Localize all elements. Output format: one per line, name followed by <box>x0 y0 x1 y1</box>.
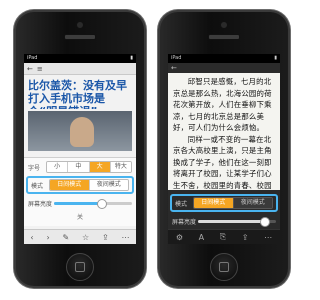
front-camera <box>76 21 84 29</box>
font-option-large[interactable]: 大 <box>89 162 111 172</box>
font-size-label: 字号 <box>28 164 41 172</box>
reading-text: 邱智只是感慨，七月的北京总是那么热，北海公园的荷花次第开放，人们在垂柳下乘凉，七… <box>168 73 280 195</box>
edit-icon[interactable]: ✎ <box>62 233 69 242</box>
back-icon[interactable]: ‹ <box>30 233 33 242</box>
reading-settings-panel: 模式 日间模式 夜间模式 屏幕亮度 <box>168 190 280 230</box>
screen-right: iPad ▮ ← 邱智只是感慨，七月的北京总是那么热，北海公园的荷花次第开放，人… <box>168 54 280 244</box>
brightness-slider[interactable] <box>54 198 132 209</box>
brightness-label: 屏幕亮度 <box>172 218 197 226</box>
font-size-icon[interactable]: A <box>199 233 204 242</box>
mode-label: 模式 <box>175 200 188 208</box>
font-option-medium[interactable]: 中 <box>68 162 90 172</box>
article-image <box>28 111 132 151</box>
paragraph: 同样一或不变的一幕在北京各大高校里上演，只是主角换成了学子，他们在这一刻即将离开… <box>173 134 272 196</box>
article-headline[interactable]: 比尔盖茨：没有及早打入手机市场是个“明显错误” <box>24 75 136 109</box>
bottom-toolbar: ⚙ A ⎘ ⇪ ⋯ <box>168 229 280 244</box>
brightness-knob[interactable] <box>96 198 107 209</box>
phone-left: iPad ▮ ← ≡ 比尔盖茨：没有及早打入手机市场是个“明显错误” 字号 小 … <box>14 10 146 288</box>
close-settings-button[interactable]: 关 <box>24 212 136 221</box>
day-mode-button[interactable]: 日间模式 <box>194 198 234 208</box>
arrow-left-icon[interactable]: ← <box>27 65 33 73</box>
mode-selector: 日间模式 夜间模式 <box>193 197 273 209</box>
more-icon[interactable]: ⋯ <box>264 233 272 242</box>
arrow-left-icon[interactable]: ← <box>171 64 177 72</box>
mode-highlight-box: 模式 日间模式 夜间模式 <box>26 176 134 194</box>
brightness-knob[interactable] <box>260 216 271 227</box>
brightness-label: 屏幕亮度 <box>28 200 53 208</box>
font-size-selector: 小 中 大 特大 <box>46 161 132 173</box>
night-mode-button[interactable]: 夜间模式 <box>89 180 128 190</box>
bottom-toolbar: ‹ › ✎ ☆ ⇪ ⋯ <box>24 229 136 244</box>
paragraph: 邱智只是感慨，七月的北京总是那么热，北海公园的荷花次第开放，人们在垂柳下乘凉，七… <box>173 77 272 132</box>
browser-bar: ← ≡ <box>24 63 136 75</box>
font-option-xlarge[interactable]: 特大 <box>110 162 131 172</box>
battery-icon: ▮ <box>130 55 133 61</box>
mode-row: 模式 日间模式 夜间模式 <box>31 179 129 191</box>
brightness-row: 屏幕亮度 <box>28 197 132 209</box>
forward-icon[interactable]: › <box>46 233 49 242</box>
brightness-row: 屏幕亮度 <box>172 215 276 227</box>
mode-label: 模式 <box>31 182 44 190</box>
star-icon[interactable]: ☆ <box>82 233 89 242</box>
mode-selector: 日间模式 夜间模式 <box>49 179 129 191</box>
reading-settings-panel: 字号 小 中 大 特大 模式 日间模式 夜间模式 屏幕亮度 关 <box>24 157 136 226</box>
brightness-fill <box>54 201 101 205</box>
phone-right: iPad ▮ ← 邱智只是感慨，七月的北京总是那么热，北海公园的荷花次第开放，人… <box>158 10 290 288</box>
carrier-label: iPad <box>27 55 38 61</box>
front-camera <box>220 21 228 29</box>
earpiece-speaker <box>208 34 240 40</box>
settings-icon[interactable]: ⚙ <box>176 233 183 242</box>
mode-highlight-box: 模式 日间模式 夜间模式 <box>170 194 278 212</box>
night-mode-button[interactable]: 夜间模式 <box>233 198 272 208</box>
font-size-row: 字号 小 中 大 特大 <box>28 161 132 173</box>
mode-row: 模式 日间模式 夜间模式 <box>175 197 273 209</box>
more-icon[interactable]: ⋯ <box>122 233 130 242</box>
brightness-fill <box>198 219 265 223</box>
share-icon[interactable]: ⇪ <box>242 233 249 242</box>
carrier-label: iPad <box>171 55 182 61</box>
earpiece-speaker <box>64 34 96 40</box>
home-button[interactable] <box>210 253 238 281</box>
home-button[interactable] <box>66 253 94 281</box>
status-bar: iPad ▮ <box>168 54 280 63</box>
menu-icon[interactable]: ≡ <box>37 65 43 73</box>
reader-nav-bar: ← <box>168 63 280 73</box>
share-icon[interactable]: ⇪ <box>102 233 109 242</box>
font-option-small[interactable]: 小 <box>47 162 69 172</box>
screen-left: iPad ▮ ← ≡ 比尔盖茨：没有及早打入手机市场是个“明显错误” 字号 小 … <box>24 54 136 244</box>
status-bar: iPad ▮ <box>24 54 136 63</box>
battery-icon: ▮ <box>274 55 277 61</box>
bookmark-icon[interactable]: ⎘ <box>220 232 226 242</box>
day-mode-button[interactable]: 日间模式 <box>50 180 90 190</box>
brightness-slider[interactable] <box>198 216 276 227</box>
